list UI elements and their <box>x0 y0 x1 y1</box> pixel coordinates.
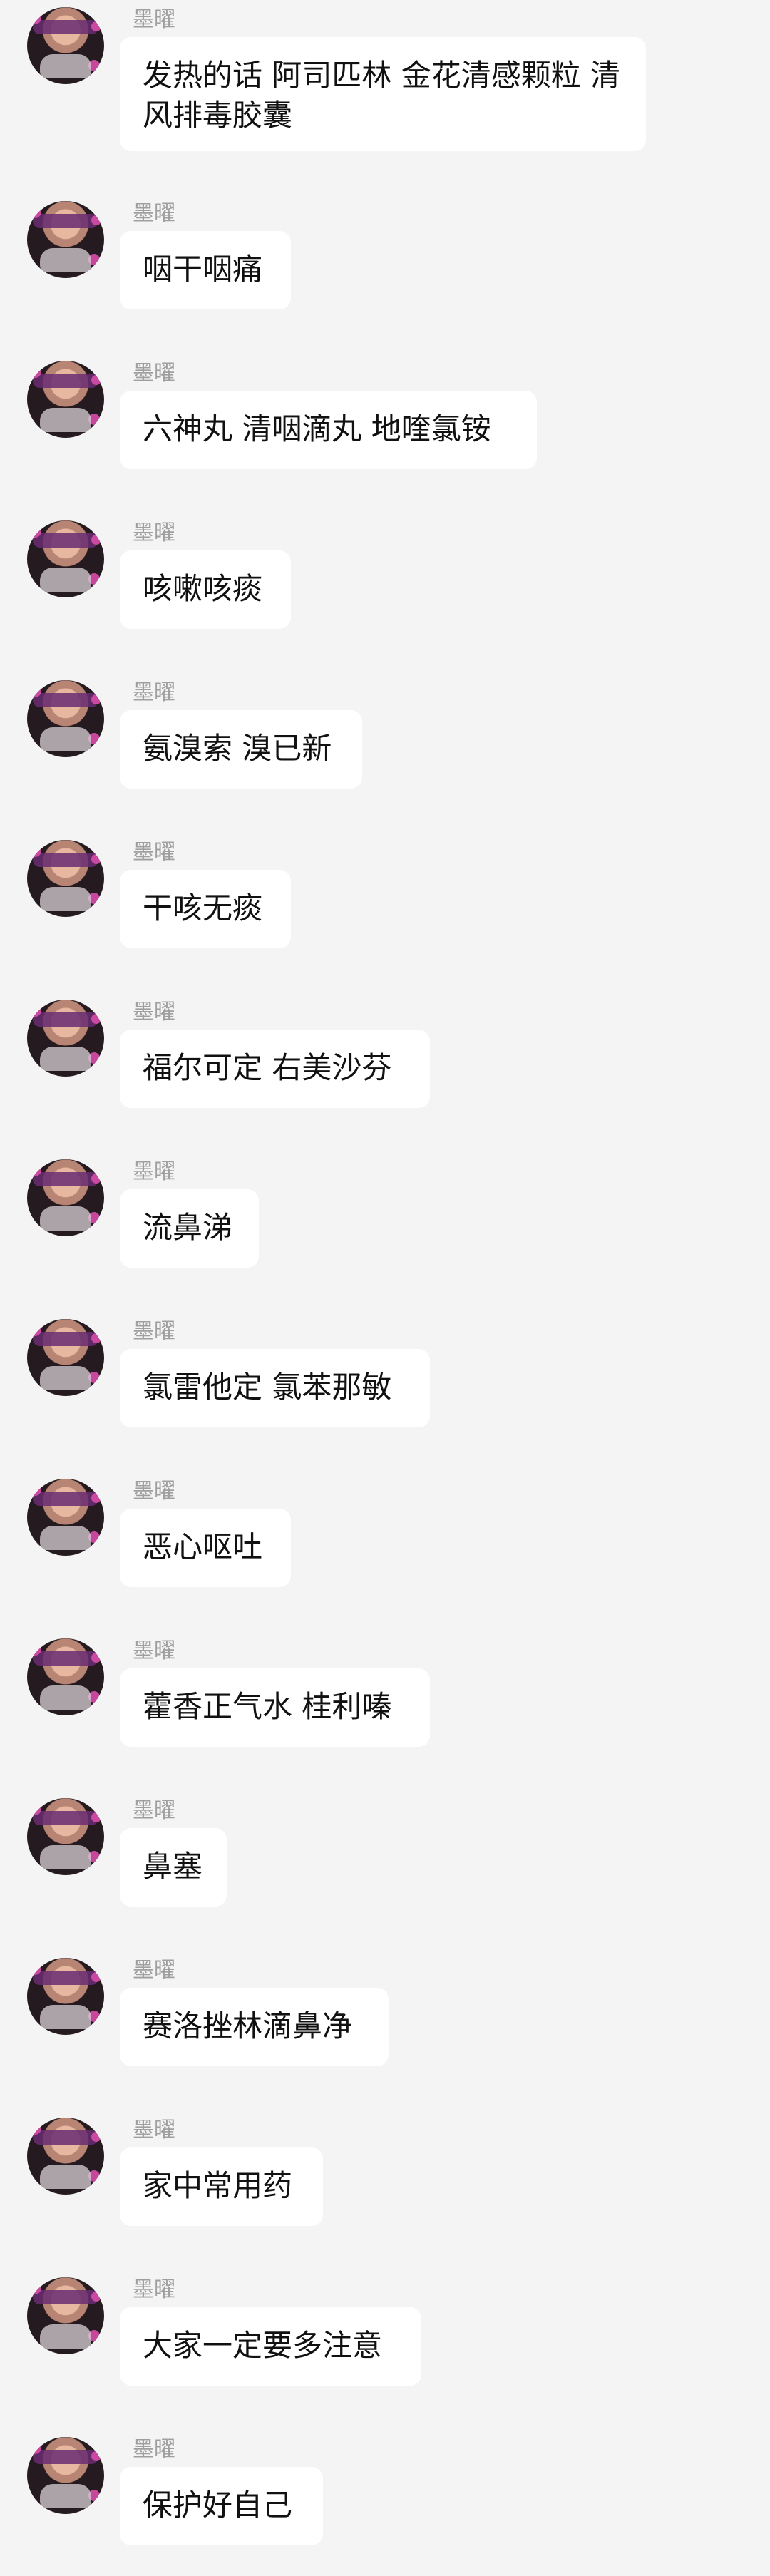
message-bubble[interactable]: 家中常用药 <box>120 2147 323 2226</box>
message-bubble[interactable]: 大家一定要多注意 <box>120 2307 421 2386</box>
sender-name: 墨曜 <box>133 2437 175 2462</box>
message-bubble[interactable]: 发热的话 阿司匹林 金花清感颗粒 清风排毒胶囊 <box>120 37 646 151</box>
sender-name: 墨曜 <box>133 1638 175 1663</box>
message-bubble[interactable]: 咳嗽咳痰 <box>120 550 291 629</box>
message-bubble[interactable]: 藿香正气水 桂利嗪 <box>120 1668 430 1747</box>
sender-name: 墨曜 <box>133 840 175 865</box>
message-bubble[interactable]: 赛洛挫林滴鼻净 <box>120 1988 389 2066</box>
avatar[interactable] <box>27 361 104 438</box>
sender-name: 墨曜 <box>133 680 175 705</box>
avatar[interactable] <box>27 7 104 84</box>
sender-name: 墨曜 <box>133 1159 175 1184</box>
avatar[interactable] <box>27 2437 104 2514</box>
avatar[interactable] <box>27 840 104 917</box>
message-bubble[interactable]: 氨溴索 溴已新 <box>120 710 362 789</box>
chat-thread: 墨曜 发热的话 阿司匹林 金花清感颗粒 清风排毒胶囊 墨曜 咽干咽痛 墨曜 六神… <box>0 0 770 2576</box>
avatar[interactable] <box>27 1000 104 1077</box>
sender-name: 墨曜 <box>133 7 175 32</box>
avatar[interactable] <box>27 1638 104 1715</box>
avatar[interactable] <box>27 2118 104 2195</box>
sender-name: 墨曜 <box>133 1319 175 1344</box>
avatar[interactable] <box>27 1798 104 1875</box>
message-bubble[interactable]: 干咳无痰 <box>120 870 291 948</box>
avatar[interactable] <box>27 520 104 597</box>
sender-name: 墨曜 <box>133 2277 175 2302</box>
avatar[interactable] <box>27 1159 104 1236</box>
avatar[interactable] <box>27 2277 104 2354</box>
avatar[interactable] <box>27 1479 104 1556</box>
avatar[interactable] <box>27 1319 104 1396</box>
message-bubble[interactable]: 鼻塞 <box>120 1828 227 1907</box>
sender-name: 墨曜 <box>133 1479 175 1504</box>
message-bubble[interactable]: 流鼻涕 <box>120 1189 259 1268</box>
sender-name: 墨曜 <box>133 520 175 545</box>
sender-name: 墨曜 <box>133 361 175 386</box>
message-bubble[interactable]: 福尔可定 右美沙芬 <box>120 1030 430 1108</box>
avatar[interactable] <box>27 201 104 278</box>
message-bubble[interactable]: 六神丸 清咽滴丸 地喹氯铵 <box>120 391 537 469</box>
message-bubble[interactable]: 保护好自己 <box>120 2467 323 2545</box>
sender-name: 墨曜 <box>133 1798 175 1823</box>
avatar[interactable] <box>27 680 104 757</box>
message-bubble[interactable]: 咽干咽痛 <box>120 231 291 309</box>
sender-name: 墨曜 <box>133 1958 175 1983</box>
message-bubble[interactable]: 氯雷他定 氯苯那敏 <box>120 1349 430 1427</box>
sender-name: 墨曜 <box>133 201 175 226</box>
sender-name: 墨曜 <box>133 1000 175 1025</box>
sender-name: 墨曜 <box>133 2118 175 2143</box>
avatar[interactable] <box>27 1958 104 2035</box>
message-bubble[interactable]: 恶心呕吐 <box>120 1509 291 1587</box>
